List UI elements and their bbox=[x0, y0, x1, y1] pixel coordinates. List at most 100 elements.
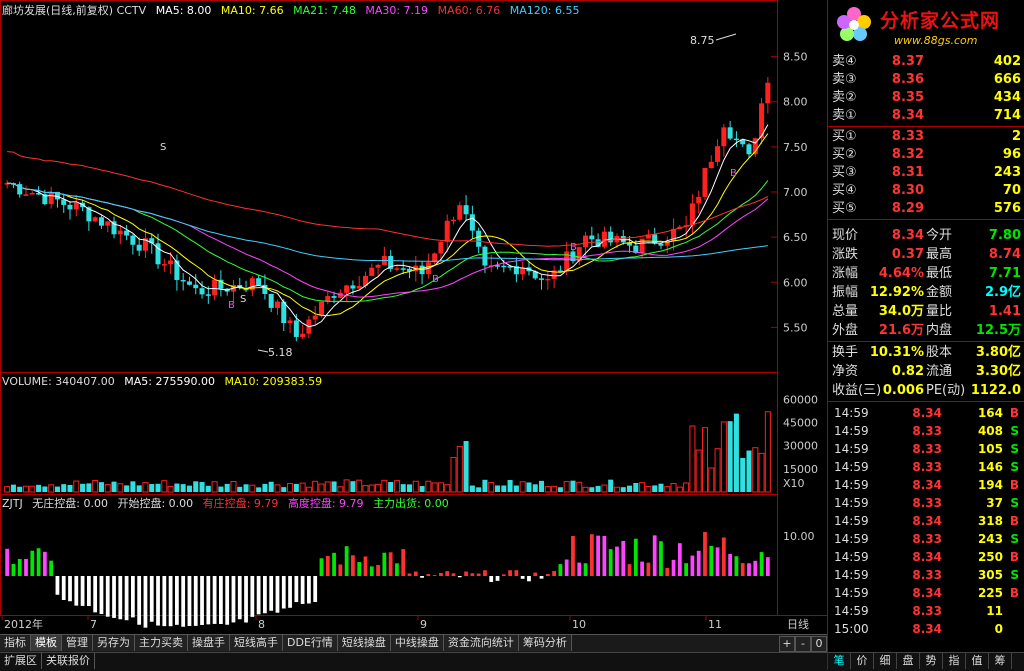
candles bbox=[4, 77, 771, 342]
right-tab[interactable]: 笔 bbox=[828, 653, 851, 669]
indicator-tab[interactable]: 筹码分析 bbox=[518, 635, 572, 651]
sell-level-row[interactable]: 卖① 8.34 714 bbox=[828, 107, 1024, 125]
right-tab[interactable]: 指 bbox=[943, 653, 966, 669]
indicator-tab[interactable]: 操盘手 bbox=[188, 635, 230, 651]
zoom-in-button[interactable]: + bbox=[779, 636, 795, 652]
sell-level-label: 卖④ bbox=[832, 54, 857, 69]
right-tab[interactable]: 细 bbox=[874, 653, 897, 669]
candle-body bbox=[601, 231, 607, 247]
stats-label: 量比 bbox=[926, 304, 953, 319]
indicator-tab[interactable]: 主力买卖 bbox=[135, 635, 188, 651]
bottom-tab[interactable]: 关联报价 bbox=[42, 653, 95, 669]
candle-body bbox=[344, 285, 350, 293]
indicator-tab[interactable]: 短线高手 bbox=[230, 635, 283, 651]
indicator-tab[interactable]: 管理 bbox=[62, 635, 93, 651]
tick-row: 14:59 8.34 250 B bbox=[828, 548, 1024, 566]
indicator-tab[interactable]: 模板 bbox=[31, 635, 62, 651]
volume-bar bbox=[293, 483, 299, 492]
stats-value: 0.82 bbox=[891, 364, 924, 379]
volume-bar bbox=[375, 483, 382, 493]
buy-level-row[interactable]: 买③ 8.31 243 bbox=[828, 164, 1024, 182]
period-label[interactable]: 日线 bbox=[787, 617, 809, 631]
tick-side: B bbox=[1009, 586, 1019, 600]
indicator-tab[interactable]: 中线操盘 bbox=[390, 635, 444, 651]
candle-body bbox=[274, 301, 280, 308]
candle-body bbox=[331, 296, 337, 298]
zjtj-yz: 有庄控盘: 9.79 bbox=[202, 497, 279, 510]
tick-price: 8.34 bbox=[912, 622, 942, 636]
stats-row: 涨幅 4.64% 最低 7.71 bbox=[828, 264, 1024, 283]
kline-chart-svg[interactable]: 8.50 8.00 7.50 7.00 6.50 6.00 5.50 8.75 5.18 B B B B… bbox=[0, 0, 827, 633]
zoom-out-button[interactable]: - bbox=[795, 636, 811, 652]
buy-level-row[interactable]: 买① 8.33 2 bbox=[828, 128, 1024, 146]
stats-label: PE(动) bbox=[926, 383, 966, 398]
candle-body bbox=[117, 230, 123, 235]
volume-axis-label: X10 bbox=[783, 477, 805, 490]
volume-bar bbox=[48, 484, 55, 493]
price-axis-label: 5.50 bbox=[783, 321, 808, 334]
candle-body bbox=[73, 202, 79, 210]
volume-bar bbox=[73, 480, 80, 493]
zoom-reset-button[interactable]: 0 bbox=[811, 636, 827, 652]
price-axis-label: 8.00 bbox=[783, 96, 808, 109]
chart-area[interactable]: 8.50 8.00 7.50 7.00 6.50 6.00 5.50 8.75 5.18 B B B B… bbox=[0, 0, 827, 633]
indicator-tab[interactable]: 资金流向统计 bbox=[443, 635, 519, 651]
flower-logo-icon bbox=[837, 7, 871, 41]
candle-body bbox=[312, 315, 318, 320]
volume-bar bbox=[98, 482, 104, 492]
indicator-tab[interactable]: 另存为 bbox=[93, 635, 135, 651]
candle-body bbox=[746, 144, 752, 155]
sell-level-row[interactable]: 卖② 8.35 434 bbox=[828, 89, 1024, 107]
price-axis-label: 7.50 bbox=[783, 141, 808, 154]
stats-value: 4.64% bbox=[878, 266, 924, 281]
volume-bar bbox=[368, 484, 375, 493]
low-marker: 5.18 bbox=[268, 346, 293, 359]
volume-bar bbox=[582, 486, 589, 493]
tick-volume: 105 bbox=[977, 442, 1003, 456]
right-tab[interactable]: 筹 bbox=[989, 653, 1012, 669]
right-tab[interactable]: 价 bbox=[851, 653, 874, 669]
buy-level-label: 买④ bbox=[832, 183, 857, 198]
tick-time: 14:59 bbox=[834, 604, 869, 618]
right-tab[interactable]: 势 bbox=[920, 653, 943, 669]
volume-bar bbox=[80, 483, 86, 492]
candle-body bbox=[92, 217, 98, 222]
tick-time: 14:59 bbox=[834, 568, 869, 582]
volume-bar bbox=[104, 484, 111, 493]
sell-level-row[interactable]: 卖③ 8.36 666 bbox=[828, 71, 1024, 89]
tick-volume: 0 bbox=[994, 622, 1003, 636]
bottom-tab[interactable]: 扩展区 bbox=[0, 653, 42, 669]
ma-line-10 bbox=[7, 133, 769, 317]
sell-level-volume: 666 bbox=[993, 72, 1021, 87]
buy-level-row[interactable]: 买② 8.32 96 bbox=[828, 146, 1024, 164]
indicator-tab[interactable]: 短线操盘 bbox=[337, 635, 391, 651]
tick-price: 8.34 bbox=[912, 406, 942, 420]
candle-body bbox=[186, 281, 192, 285]
tick-row: 14:59 8.33 305 S bbox=[828, 566, 1024, 584]
logo-url[interactable]: www.88gs.com bbox=[894, 34, 977, 47]
zjtj-bars bbox=[5, 531, 770, 628]
buy-level-row[interactable]: 买④ 8.30 70 bbox=[828, 182, 1024, 200]
volume-bar bbox=[161, 480, 168, 493]
high-marker: 8.75 bbox=[690, 34, 715, 47]
tick-price: 8.33 bbox=[912, 496, 942, 510]
right-tab[interactable]: 盘 bbox=[897, 653, 920, 669]
stats-value: 8.74 bbox=[988, 247, 1021, 262]
tick-price: 8.33 bbox=[912, 532, 942, 546]
candle-body bbox=[174, 260, 180, 280]
volume-bar bbox=[437, 482, 444, 493]
right-tab[interactable]: 值 bbox=[966, 653, 989, 669]
tick-volume: 37 bbox=[986, 496, 1003, 510]
buy-signal-marker: B bbox=[432, 274, 439, 285]
date-label: 7 bbox=[90, 618, 97, 631]
stats-row: 总量 34.0万 量比 1.41 bbox=[828, 302, 1024, 321]
buy-level-row[interactable]: 买⑤ 8.29 576 bbox=[828, 200, 1024, 218]
stats-label: 外盘 bbox=[832, 323, 859, 338]
sell-level-volume: 714 bbox=[993, 108, 1021, 123]
sell-level-row[interactable]: 卖④ 8.37 402 bbox=[828, 53, 1024, 71]
indicator-tab[interactable]: DDE行情 bbox=[283, 635, 338, 651]
volume-bar bbox=[362, 485, 369, 493]
indicator-tab[interactable]: 指标 bbox=[0, 635, 31, 651]
candle-body bbox=[715, 146, 721, 162]
volume-bar bbox=[218, 486, 224, 492]
